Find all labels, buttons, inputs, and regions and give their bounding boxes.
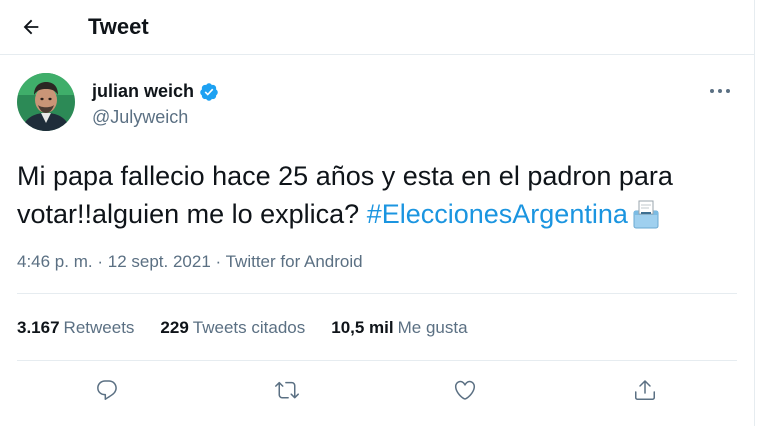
avatar[interactable] [17, 73, 75, 131]
author-name[interactable]: julian weich [92, 81, 219, 102]
meta-separator: · [215, 252, 222, 271]
author-name-text: julian weich [92, 81, 195, 101]
retweets-stat[interactable]: 3.167 Retweets [17, 318, 134, 338]
arrow-left-icon [23, 19, 39, 35]
share-icon [635, 380, 655, 400]
back-button[interactable] [14, 10, 48, 44]
ballot-box-icon [632, 199, 660, 239]
tweet-date: 12 sept. 2021 [107, 252, 211, 271]
tweet-actions [17, 370, 737, 410]
retweet-icon [275, 381, 299, 399]
likes-label: Me gusta [397, 318, 468, 337]
more-options-button[interactable] [700, 78, 740, 104]
tweet-stats: 3.167 Retweets 229 Tweets citados 10,5 mil… [17, 318, 494, 338]
tweet-detail-page: Tweet julian weich @Julyweich Mi papa fa… [0, 0, 755, 426]
like-button[interactable] [445, 370, 485, 410]
reply-button[interactable] [87, 370, 127, 410]
likes-stat[interactable]: 10,5 mil Me gusta [331, 318, 467, 338]
hashtag-link[interactable]: #EleccionesArgentina [367, 199, 628, 229]
tweet-meta: 4:46 p. m. · 12 sept. 2021 · Twitter for… [17, 252, 363, 272]
page-header: Tweet [0, 0, 754, 55]
meta-separator: · [97, 252, 104, 271]
quote-tweets-label: Tweets citados [192, 318, 306, 337]
share-button[interactable] [625, 370, 665, 410]
tweet-time: 4:46 p. m. [17, 252, 93, 271]
quote-tweets-count: 229 [160, 318, 189, 337]
tweet-text: Mi papa fallecio hace 25 años y esta en … [17, 157, 737, 239]
retweets-label: Retweets [63, 318, 135, 337]
quote-tweets-stat[interactable]: 229 Tweets citados [160, 318, 305, 338]
author-handle[interactable]: @Julyweich [92, 107, 188, 128]
reply-icon [97, 380, 117, 400]
retweet-button[interactable] [267, 370, 307, 410]
avatar-photo [17, 73, 75, 131]
divider [17, 293, 737, 294]
verified-badge-icon [199, 82, 219, 102]
tweet-timestamp-link[interactable]: 4:46 p. m. · 12 sept. 2021 [17, 252, 211, 271]
like-icon [454, 380, 476, 400]
divider [17, 360, 737, 361]
tweet-source-link[interactable]: Twitter for Android [226, 252, 363, 271]
likes-count: 10,5 mil [331, 318, 394, 337]
page-title: Tweet [88, 14, 149, 39]
more-horizontal-icon [710, 89, 730, 93]
retweets-count: 3.167 [17, 318, 60, 337]
